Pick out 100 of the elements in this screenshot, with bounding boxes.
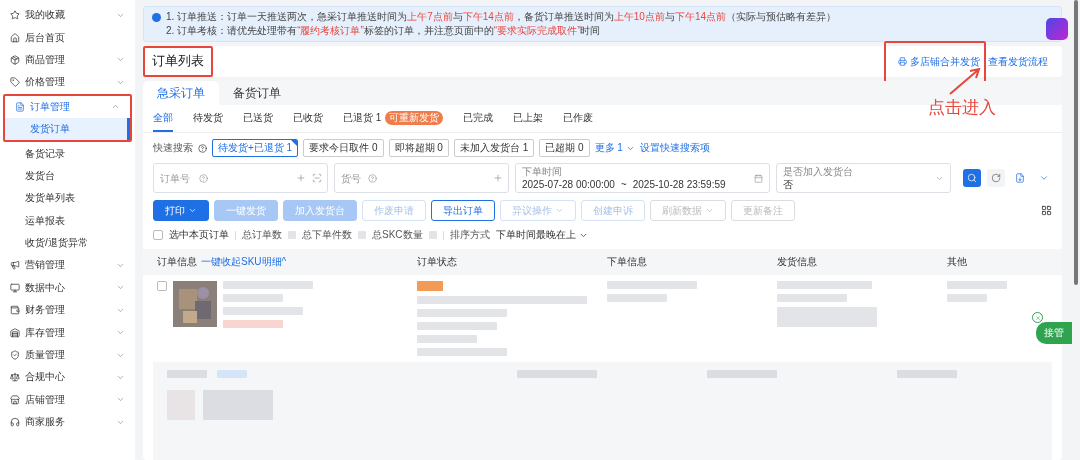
blurred-value bbox=[428, 231, 437, 239]
stat-label: 总SKC数量 bbox=[372, 228, 423, 242]
sidebar-subitem[interactable]: 发货订单 bbox=[5, 117, 130, 141]
blurred-text bbox=[417, 335, 477, 343]
desk-select[interactable]: 是否加入发货台 否 bbox=[776, 163, 951, 193]
status-tab[interactable]: 全部 bbox=[153, 109, 173, 132]
sidebar-item[interactable]: 商家服务 bbox=[0, 411, 135, 434]
home-icon bbox=[10, 32, 20, 43]
order-number-field[interactable]: 订单号 bbox=[153, 163, 328, 193]
sidebar-item[interactable]: 财务管理 bbox=[0, 299, 135, 322]
blurred-text bbox=[223, 320, 283, 328]
date-range-field[interactable]: 下单时间 2025-07-28 00:00:00 ~ 2025-10-28 23:59:59 bbox=[515, 163, 770, 193]
column-header: 下单信息 bbox=[607, 255, 647, 269]
sidebar-item[interactable]: 质量管理 bbox=[0, 343, 135, 367]
notice-text: 上午7点前 bbox=[407, 11, 453, 22]
row-checkbox[interactable] bbox=[157, 281, 167, 291]
scrollbar[interactable] bbox=[1074, 0, 1078, 285]
sidebar-item[interactable]: 库存管理 bbox=[0, 321, 135, 344]
quick-filter-chip[interactable]: 要求今日取件 0 bbox=[303, 139, 384, 157]
sidebar-subitem[interactable]: 运单报表 bbox=[0, 209, 135, 232]
quick-filter-chip[interactable]: 即将超期 0 bbox=[388, 139, 449, 157]
column-header: 订单状态 bbox=[417, 255, 457, 269]
status-tab[interactable]: 待发货 bbox=[193, 109, 223, 132]
blurred-text bbox=[167, 370, 207, 378]
package-icon bbox=[10, 54, 20, 65]
search-icon bbox=[967, 173, 977, 183]
notice-text: 上午10点前 bbox=[613, 11, 665, 22]
sidebar-subitem[interactable]: 发货单列表 bbox=[0, 187, 135, 210]
notice-text: 下午14点前 bbox=[674, 11, 727, 22]
search-button[interactable] bbox=[963, 169, 981, 187]
status-badge: 可重新发货 bbox=[385, 111, 444, 125]
order-tab[interactable]: 急采订单 bbox=[143, 81, 219, 105]
help-icon bbox=[198, 143, 207, 153]
file-download-icon bbox=[1015, 173, 1025, 183]
status-tab[interactable]: 已作废 bbox=[563, 109, 594, 132]
help-icon bbox=[199, 173, 208, 183]
sidebar-item[interactable]: 营销管理 bbox=[0, 254, 135, 277]
document-icon bbox=[15, 101, 25, 112]
notice-text: 2. 订单考核：请优先处理带有 bbox=[166, 25, 298, 36]
blurred-text bbox=[223, 294, 283, 302]
sidebar-item[interactable]: 我的收藏 bbox=[0, 4, 135, 27]
sidebar-item[interactable]: 价格管理 bbox=[0, 71, 135, 94]
app-icon[interactable] bbox=[1046, 18, 1068, 40]
blurred-value bbox=[358, 231, 366, 239]
column-header: 订单信息 bbox=[157, 255, 197, 269]
close-icon[interactable] bbox=[1032, 312, 1043, 323]
notice-text: “履约考核订单” bbox=[297, 25, 364, 36]
notice-text: 与 bbox=[452, 11, 463, 22]
blurred-text bbox=[947, 294, 987, 302]
megaphone-icon bbox=[10, 260, 20, 271]
reset-button[interactable] bbox=[987, 169, 1005, 187]
sidebar-subitem[interactable]: 收货/退货异常 bbox=[0, 231, 135, 255]
wallet-icon bbox=[10, 305, 20, 316]
select-all-label: 选中本页订单 bbox=[169, 228, 229, 242]
checkbox[interactable] bbox=[153, 230, 163, 240]
settings-link[interactable]: 设置快速搜索项 bbox=[639, 141, 710, 155]
sidebar-item[interactable]: 商品管理 bbox=[0, 48, 135, 72]
status-tab[interactable]: 已退货 1 可重新发货 bbox=[343, 109, 444, 132]
help-icon bbox=[368, 173, 377, 183]
status-tab[interactable]: 已上架 bbox=[513, 109, 544, 132]
stat-label: 总下单件数 bbox=[302, 228, 352, 242]
blurred-text bbox=[217, 370, 247, 378]
blurred-text bbox=[607, 294, 667, 302]
notice-text: ，备货订单推送时间为 bbox=[513, 11, 614, 22]
notice-text: （实际与预估略有差异） bbox=[726, 11, 837, 22]
sidebar-item[interactable]: 店铺管理 bbox=[0, 388, 135, 412]
header-link[interactable]: 查看发货流程 bbox=[986, 40, 1054, 83]
status-tab[interactable]: 已完成 bbox=[463, 109, 494, 132]
blurred-text bbox=[897, 370, 957, 378]
collapse-sku-link[interactable]: 一键收起SKU明细^ bbox=[201, 255, 287, 269]
notice-text: “要求实际完成取件” bbox=[493, 25, 581, 36]
quick-filter-chip[interactable]: 待发货+已退货 1 bbox=[212, 139, 299, 157]
plus-icon bbox=[493, 173, 503, 183]
sku-number-field[interactable]: 货号 bbox=[334, 163, 509, 193]
status-tab[interactable]: 已收货 bbox=[293, 109, 323, 132]
quick-search-label: 快速搜索 bbox=[153, 141, 193, 155]
sidebar-subitem[interactable]: 备货记录 bbox=[0, 142, 135, 165]
sidebar-subitem[interactable]: 发货台 bbox=[0, 164, 135, 188]
sidebar-item[interactable]: 订单管理 bbox=[5, 95, 130, 118]
sidebar-item[interactable]: 后台首页 bbox=[0, 26, 135, 49]
sort-dropdown[interactable]: 下单时间最晚在上 bbox=[495, 228, 588, 242]
callout-text: 点击进入 bbox=[928, 97, 996, 119]
page-title: 订单列表 bbox=[143, 46, 213, 77]
more-link[interactable]: 更多 1 bbox=[594, 141, 635, 155]
refresh-icon bbox=[991, 173, 1001, 183]
chevron-down-icon bbox=[1039, 173, 1049, 183]
sidebar-item[interactable]: 数据中心 bbox=[0, 276, 135, 300]
blurred-text bbox=[947, 281, 1007, 289]
notice-text: 时间 bbox=[580, 25, 601, 36]
quick-filter-chip[interactable]: 未加入发货台 1 bbox=[453, 139, 535, 157]
notice-text: 下午14点前 bbox=[462, 11, 514, 22]
status-tab[interactable]: 已送货 bbox=[243, 109, 273, 132]
scale-icon bbox=[10, 372, 20, 383]
column-header: 发货信息 bbox=[777, 255, 817, 269]
quick-filter-chip[interactable]: 已超期 0 bbox=[539, 139, 590, 157]
order-tab[interactable]: 备货订单 bbox=[219, 81, 295, 105]
sidebar-item[interactable]: 合规中心 bbox=[0, 366, 135, 389]
calendar-icon bbox=[754, 173, 763, 183]
action-button[interactable]: 导出订单 bbox=[431, 200, 495, 221]
action-button[interactable]: 打印 bbox=[153, 200, 209, 221]
